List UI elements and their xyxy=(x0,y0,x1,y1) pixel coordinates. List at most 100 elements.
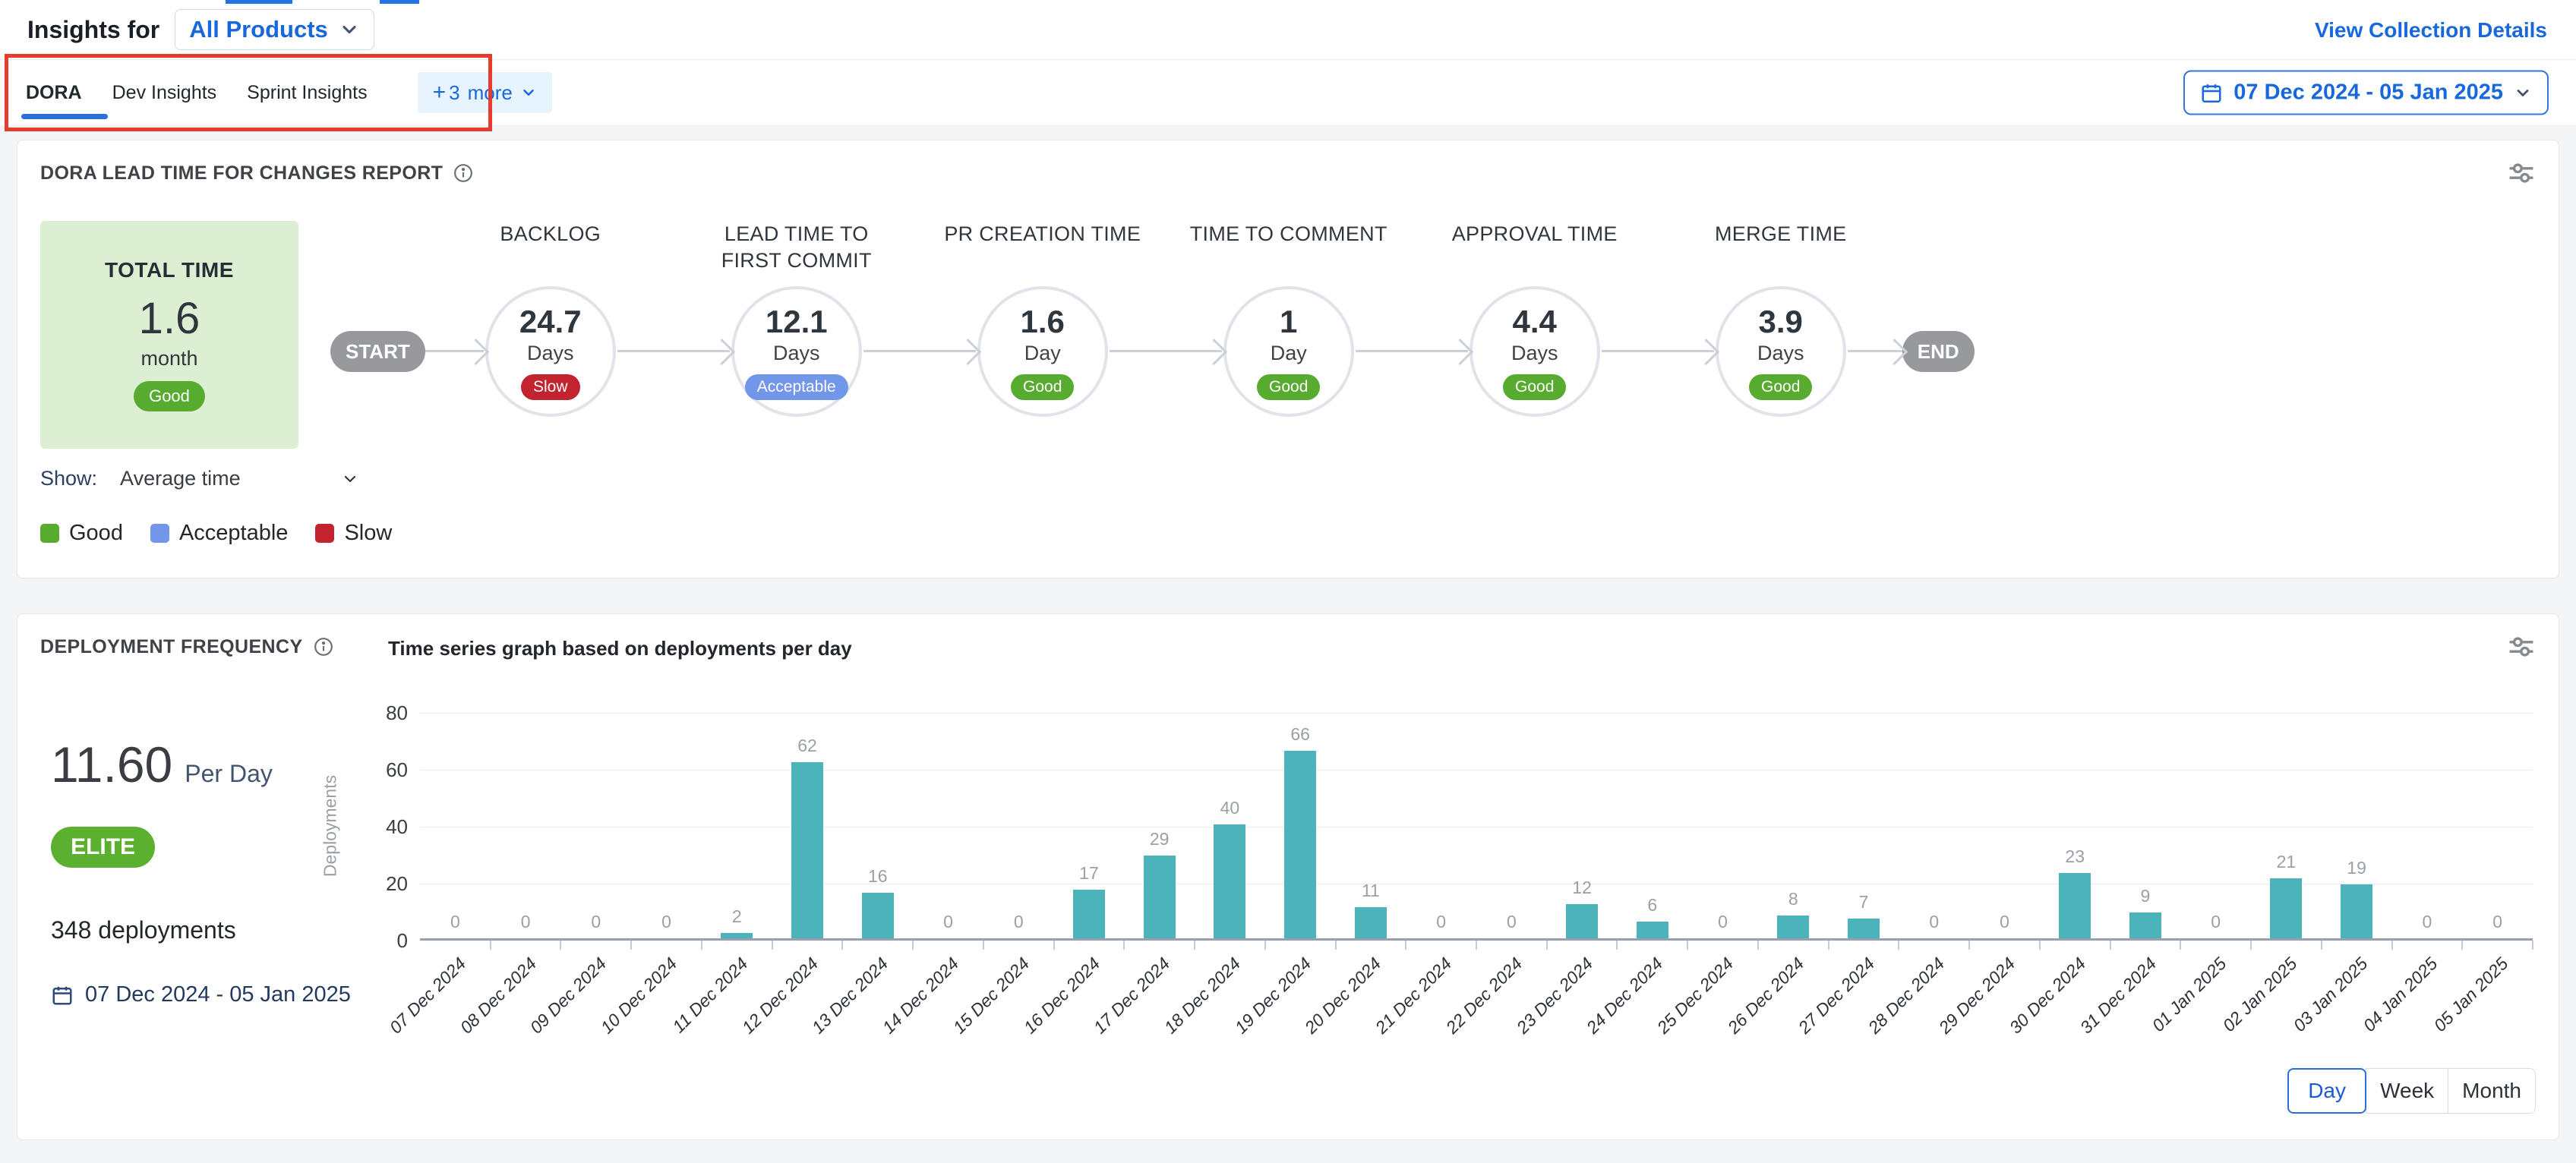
start-pill: START xyxy=(330,331,425,372)
x-axis-tick xyxy=(1828,941,1829,950)
status-badge: Good xyxy=(134,381,205,411)
legend-swatch xyxy=(315,524,334,543)
stage-backlog: BACKLOG24.7DaysSlow xyxy=(484,221,617,449)
bar-value-label: 17 xyxy=(1079,863,1099,884)
y-axis-tick: 60 xyxy=(362,758,408,781)
bar-value-label: 66 xyxy=(1290,724,1310,745)
x-axis-tick xyxy=(1053,941,1055,950)
stage-circle: 24.7DaysSlow xyxy=(485,286,616,417)
x-axis-label: 04 Jan 2025 xyxy=(2360,953,2442,1036)
x-axis-tick xyxy=(630,941,632,950)
chart-settings-sliders-icon[interactable] xyxy=(2507,160,2536,186)
x-axis-tick xyxy=(1405,941,1406,950)
plus-icon: + xyxy=(433,80,447,106)
x-axis-tick xyxy=(1335,941,1337,950)
show-dropdown[interactable]: Show: Average time xyxy=(40,467,359,490)
product-selector[interactable]: All Products xyxy=(175,9,374,50)
bar[interactable] xyxy=(1566,904,1598,938)
stage-label: PR CREATION TIME xyxy=(944,221,1141,286)
stage-label: LEAD TIME TO FIRST COMMIT xyxy=(698,221,895,286)
stage-approval-time: APPROVAL TIME4.4DaysGood xyxy=(1468,221,1602,449)
bar-value-label: 29 xyxy=(1150,829,1170,849)
bar-value-label: 0 xyxy=(591,912,601,932)
elite-badge: ELITE xyxy=(51,827,155,868)
bar[interactable] xyxy=(2059,873,2091,938)
chevron-down-icon xyxy=(520,84,537,101)
x-axis-tick xyxy=(841,941,843,950)
total-time-unit: month xyxy=(140,347,197,370)
bar[interactable] xyxy=(1073,890,1105,938)
status-legend: Good Acceptable Slow xyxy=(40,521,2536,546)
bar[interactable] xyxy=(1284,751,1316,939)
stage-circle: 1DayGood xyxy=(1223,286,1354,417)
bar[interactable] xyxy=(1355,907,1387,938)
deployment-rate-value: 11.60 xyxy=(51,736,172,793)
show-value: Average time xyxy=(120,467,241,490)
status-badge: Acceptable xyxy=(745,374,848,400)
date-range-picker[interactable]: 07 Dec 2024 - 05 Jan 2025 xyxy=(2183,71,2549,115)
bar[interactable] xyxy=(1144,856,1176,938)
bar[interactable] xyxy=(1848,919,1880,938)
legend-swatch xyxy=(150,524,169,543)
bar[interactable] xyxy=(791,762,823,939)
legend-item-good: Good xyxy=(40,521,123,546)
bar[interactable] xyxy=(2129,912,2161,938)
stage-label: MERGE TIME xyxy=(1682,221,1880,286)
bar-value-label: 0 xyxy=(1718,912,1728,932)
end-pill: END xyxy=(1902,331,1975,372)
stage-value: 12.1 xyxy=(766,304,828,340)
x-axis-tick xyxy=(1194,941,1195,950)
x-axis-tick xyxy=(2461,941,2463,950)
chart-settings-sliders-icon[interactable] xyxy=(2507,634,2536,660)
y-axis-tick: 40 xyxy=(362,815,408,838)
bar-value-label: 0 xyxy=(2211,912,2221,932)
x-axis-tick xyxy=(1757,941,1759,950)
bar-value-label: 16 xyxy=(868,866,888,887)
x-axis-tick xyxy=(2039,941,2041,950)
deployments-bar-chart: Deployments 020406080007 Dec 2024008 Dec… xyxy=(374,670,2536,1114)
show-label: Show: xyxy=(40,467,97,490)
period-day-button[interactable]: Day xyxy=(2287,1068,2366,1114)
stage-merge-time: MERGE TIME3.9DaysGood xyxy=(1714,221,1848,449)
tab-dora[interactable]: DORA xyxy=(26,61,82,125)
x-axis-label: 02 Jan 2025 xyxy=(2218,953,2301,1036)
view-collection-details-link[interactable]: View Collection Details xyxy=(2315,18,2547,43)
bar[interactable] xyxy=(2341,884,2372,938)
bar[interactable] xyxy=(1637,922,1668,939)
period-month-button[interactable]: Month xyxy=(2448,1068,2536,1114)
bar[interactable] xyxy=(1214,824,1245,938)
chevron-down-icon xyxy=(339,19,360,40)
status-badge: Slow xyxy=(521,374,580,400)
x-axis-tick xyxy=(1968,941,1970,950)
bar-value-label: 6 xyxy=(1647,895,1657,916)
x-axis-label: 05 Jan 2025 xyxy=(2430,953,2513,1036)
x-axis-tick xyxy=(1898,941,1899,950)
x-axis-tick xyxy=(2250,941,2252,950)
lead-time-card-title: DORA LEAD TIME FOR CHANGES REPORT xyxy=(40,162,443,184)
bar[interactable] xyxy=(2270,878,2302,938)
deployment-date-range: 07 Dec 2024 - 05 Jan 2025 xyxy=(51,982,374,1007)
tab-dev-insights[interactable]: Dev Insights xyxy=(112,61,217,125)
main-content: DORA LEAD TIME FOR CHANGES REPORT TOTAL … xyxy=(0,126,2576,1163)
info-icon[interactable] xyxy=(453,163,473,183)
x-axis-tick xyxy=(2532,941,2533,950)
period-week-button[interactable]: Week xyxy=(2366,1068,2448,1114)
y-axis-tick: 0 xyxy=(362,929,408,952)
cropped-link-fragment xyxy=(380,0,419,4)
deployment-frequency-card: DEPLOYMENT FREQUENCY Time series graph b… xyxy=(17,613,2559,1140)
stage-value: 1 xyxy=(1280,304,1297,340)
more-tabs-chip[interactable]: + 3 more xyxy=(418,72,552,113)
tab-sprint-insights[interactable]: Sprint Insights xyxy=(247,61,367,125)
flow-arrow xyxy=(1110,350,1222,352)
info-icon[interactable] xyxy=(314,637,333,657)
bar[interactable] xyxy=(1777,916,1809,938)
bar[interactable] xyxy=(862,893,894,938)
bar[interactable] xyxy=(721,933,753,939)
flow-arrow xyxy=(1602,350,1714,352)
bar-value-label: 0 xyxy=(661,912,671,932)
lead-time-flow: START BACKLOG24.7DaysSlowLEAD TIME TO FI… xyxy=(330,221,1975,449)
flow-arrow xyxy=(1848,350,1902,352)
stage-unit: Days xyxy=(527,342,574,365)
stage-circle: 3.9DaysGood xyxy=(1716,286,1846,417)
y-axis-tick: 80 xyxy=(362,701,408,724)
